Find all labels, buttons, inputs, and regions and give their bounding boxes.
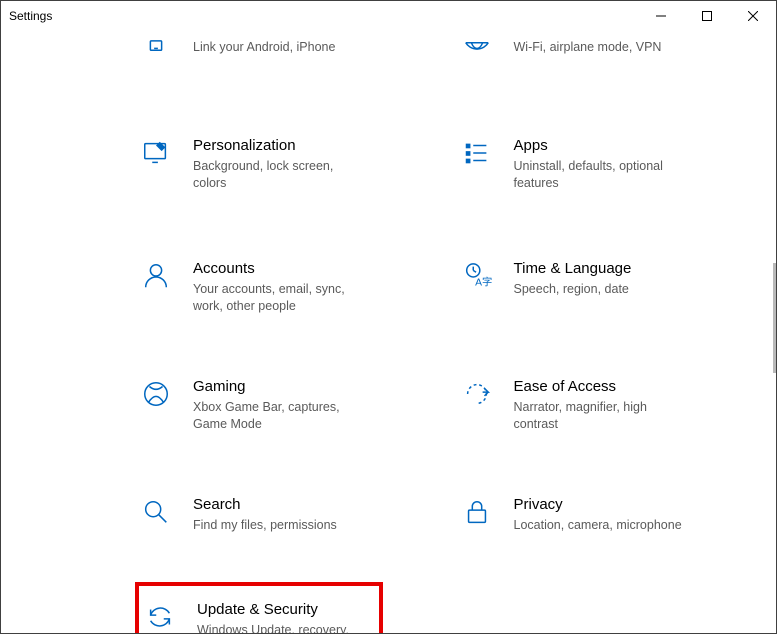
tile-desc: Location, camera, microphone [514, 517, 682, 534]
personalization-icon [141, 136, 181, 168]
svg-text:A字: A字 [475, 275, 492, 288]
tile-desc: Windows Update, recovery, backup [197, 622, 367, 633]
tile-desc: Uninstall, defaults, optional features [514, 158, 684, 192]
content-area: Link your Android, iPhone Wi-Fi, airplan… [1, 31, 776, 633]
apps-icon [462, 136, 502, 168]
maximize-button[interactable] [684, 1, 730, 31]
tile-label: Gaming [193, 377, 363, 397]
tile-accounts[interactable]: Accounts Your accounts, email, sync, wor… [135, 253, 395, 321]
window-controls [638, 1, 776, 31]
tile-desc: Link your Android, iPhone [193, 39, 335, 56]
settings-grid: Link your Android, iPhone Wi-Fi, airplan… [1, 31, 776, 633]
phone-icon [141, 37, 181, 69]
window-title: Settings [9, 9, 52, 23]
tile-label: Personalization [193, 136, 363, 156]
tile-label: Ease of Access [514, 377, 684, 397]
scrollbar[interactable] [773, 263, 776, 373]
tile-desc: Speech, region, date [514, 281, 632, 298]
tile-label: Privacy [514, 495, 682, 515]
sync-icon [145, 600, 185, 632]
tile-time-language[interactable]: A字 Time & Language Speech, region, date [456, 253, 716, 321]
tile-search[interactable]: Search Find my files, permissions [135, 489, 395, 540]
tile-ease-of-access[interactable]: Ease of Access Narrator, magnifier, high… [456, 371, 716, 439]
titlebar: Settings [1, 1, 776, 31]
search-icon [141, 495, 181, 527]
lock-icon [462, 495, 502, 527]
ease-of-access-icon [462, 377, 502, 409]
tile-label: Time & Language [514, 259, 632, 279]
time-language-icon: A字 [462, 259, 502, 291]
tile-apps[interactable]: Apps Uninstall, defaults, optional featu… [456, 130, 716, 198]
globe-icon [462, 37, 502, 69]
close-button[interactable] [730, 1, 776, 31]
tile-label: Search [193, 495, 337, 515]
tile-desc: Xbox Game Bar, captures, Game Mode [193, 399, 363, 433]
tile-phone[interactable]: Link your Android, iPhone [135, 31, 395, 75]
tile-personalization[interactable]: Personalization Background, lock screen,… [135, 130, 395, 198]
tile-network[interactable]: Wi-Fi, airplane mode, VPN [456, 31, 716, 75]
tile-privacy[interactable]: Privacy Location, camera, microphone [456, 489, 716, 540]
tile-label: Accounts [193, 259, 363, 279]
tile-desc: Wi-Fi, airplane mode, VPN [514, 39, 662, 56]
tile-update-security[interactable]: Update & Security Windows Update, recove… [135, 582, 383, 633]
tile-label: Update & Security [197, 600, 367, 620]
settings-window: Settings Link your Android, i [0, 0, 777, 634]
tile-gaming[interactable]: Gaming Xbox Game Bar, captures, Game Mod… [135, 371, 395, 439]
tile-desc: Background, lock screen, colors [193, 158, 363, 192]
tile-desc: Your accounts, email, sync, work, other … [193, 281, 363, 315]
tile-desc: Find my files, permissions [193, 517, 337, 534]
minimize-button[interactable] [638, 1, 684, 31]
xbox-icon [141, 377, 181, 409]
tile-label: Apps [514, 136, 684, 156]
person-icon [141, 259, 181, 291]
tile-desc: Narrator, magnifier, high contrast [514, 399, 684, 433]
